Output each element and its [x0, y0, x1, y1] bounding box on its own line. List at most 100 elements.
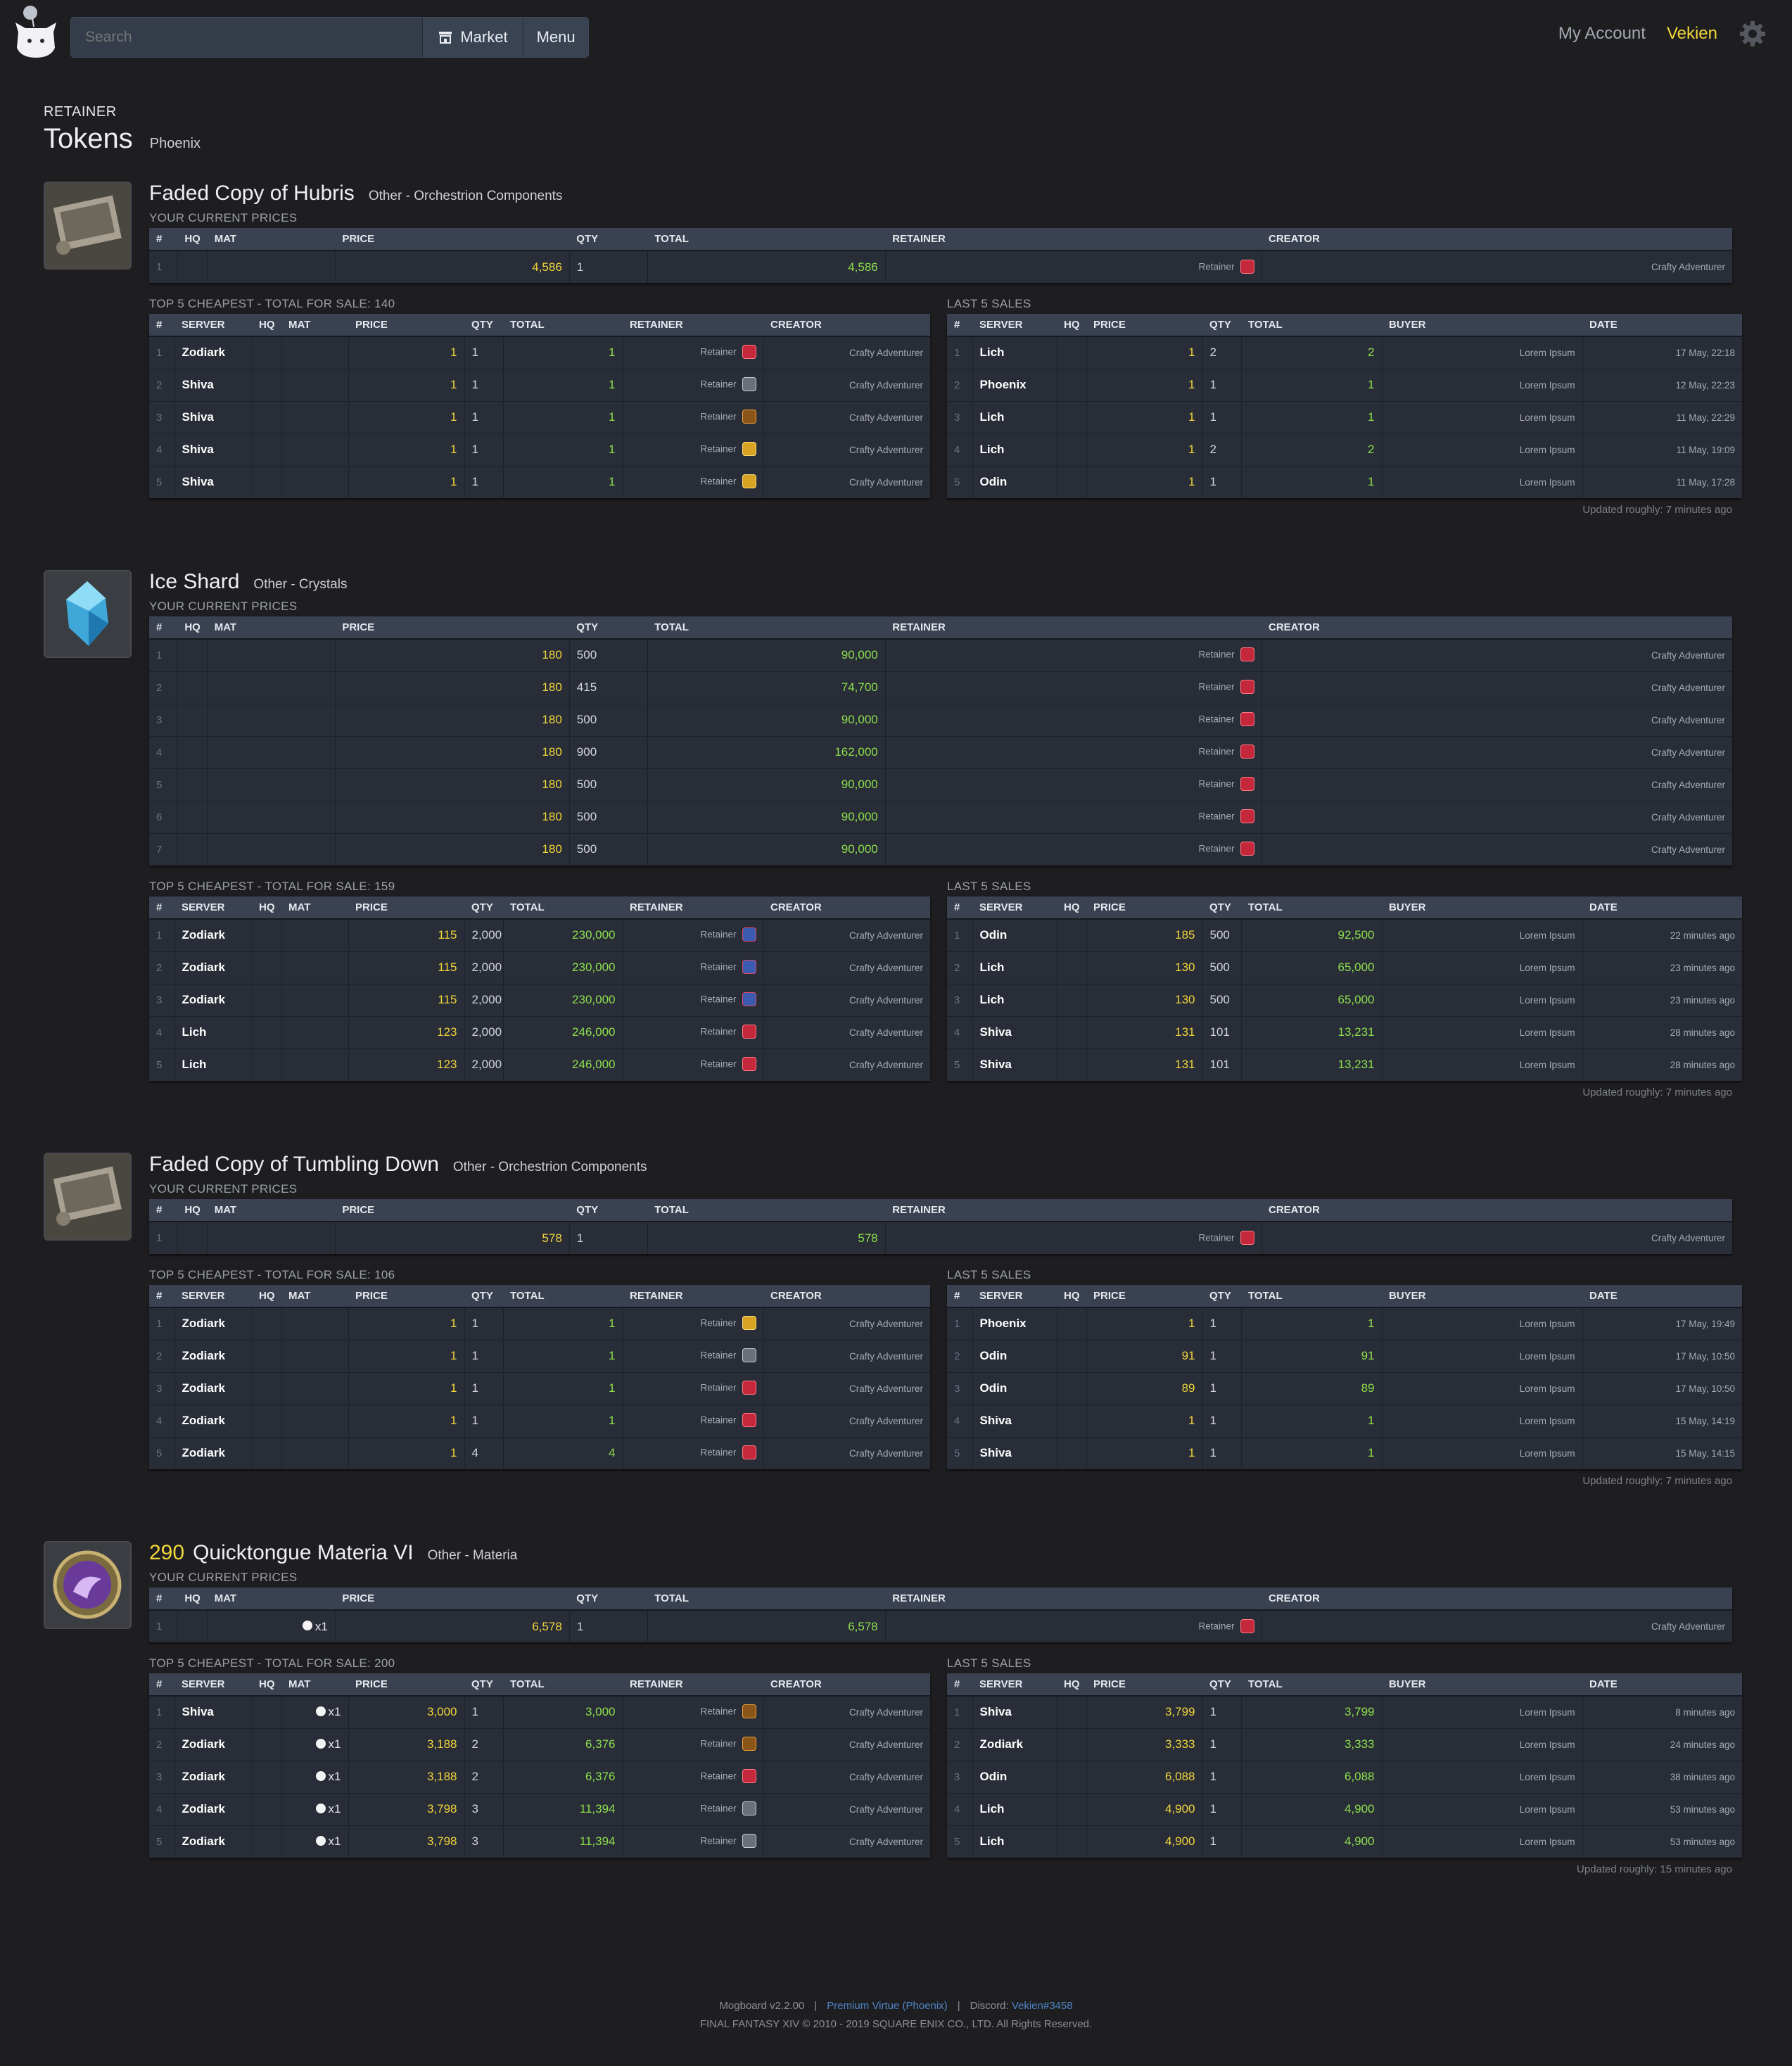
retainer-name[interactable]: Retainer — [700, 1804, 736, 1814]
server-cell-text[interactable]: Lich — [182, 1025, 207, 1039]
retainer-name[interactable]: Retainer — [700, 1447, 736, 1458]
retainer-name[interactable]: Retainer — [700, 1350, 736, 1361]
item-name[interactable]: Ice Shard — [149, 570, 239, 594]
server-cell-text[interactable]: Odin — [980, 475, 1008, 488]
server-cell-text[interactable]: Lich — [980, 443, 1005, 456]
gear-icon[interactable] — [1739, 20, 1767, 48]
retainer-name[interactable]: Retainer — [700, 379, 736, 390]
column-header: CREATOR — [1262, 1199, 1732, 1222]
server-cell-text[interactable]: Shiva — [182, 410, 214, 424]
server-cell-text[interactable]: Odin — [980, 1381, 1008, 1395]
retainer-name[interactable]: Retainer — [1198, 261, 1234, 272]
retainer-name[interactable]: Retainer — [700, 412, 736, 422]
server-cell-text[interactable]: Lich — [980, 1802, 1005, 1815]
retainer-name[interactable]: Retainer — [1198, 844, 1234, 854]
retainer-name[interactable]: Retainer — [700, 962, 736, 972]
date-cell-text: 53 minutes ago — [1670, 1836, 1735, 1847]
server-cell-text[interactable]: Lich — [980, 346, 1005, 359]
retainer-name[interactable]: Retainer — [700, 1739, 736, 1749]
price-cell-text: 180 — [542, 648, 562, 662]
retainer-name[interactable]: Retainer — [700, 347, 736, 357]
server-cell-text[interactable]: Zodiark — [182, 1446, 225, 1459]
column-header: PRICE — [1086, 1285, 1202, 1308]
server-cell-text[interactable]: Shiva — [182, 378, 214, 391]
server-cell-text[interactable]: Odin — [980, 1770, 1008, 1783]
retainer-name[interactable]: Retainer — [700, 476, 736, 487]
quantity-cell: 1 — [464, 465, 504, 498]
price-cell-text: 3,188 — [426, 1737, 457, 1751]
user-name-link[interactable]: Vekien — [1667, 24, 1717, 44]
server-cell-text[interactable]: Zodiark — [182, 961, 225, 974]
orchestrion-roll-icon[interactable] — [44, 1153, 132, 1241]
retainer-name[interactable]: Retainer — [1198, 1232, 1234, 1243]
server-cell-text[interactable]: Zodiark — [182, 346, 225, 359]
total-cell: 65,000 — [1241, 951, 1383, 984]
item-name[interactable]: Faded Copy of Tumbling Down — [149, 1153, 439, 1177]
retainer-name[interactable]: Retainer — [700, 1415, 736, 1426]
server-cell-text[interactable]: Zodiark — [980, 1737, 1023, 1751]
orchestrion-roll-icon[interactable] — [44, 182, 132, 270]
server-cell-text[interactable]: Zodiark — [182, 1381, 225, 1395]
total-cell-text: 1 — [1368, 378, 1375, 391]
retainer-name[interactable]: Retainer — [700, 1059, 736, 1070]
server-cell-text[interactable]: Shiva — [980, 1414, 1012, 1427]
footer-separator: | — [814, 2000, 818, 2012]
retainer-name[interactable]: Retainer — [700, 930, 736, 940]
server-cell-text[interactable]: Lich — [182, 1058, 207, 1071]
server-cell-text[interactable]: Zodiark — [182, 1802, 225, 1815]
server-cell-text[interactable]: Lich — [980, 1834, 1005, 1848]
server-cell-text[interactable]: Phoenix — [980, 378, 1027, 391]
item-name[interactable]: Quicktongue Materia VI — [193, 1541, 414, 1565]
server-cell-text[interactable]: Zodiark — [182, 928, 225, 942]
retainer-name[interactable]: Retainer — [700, 1383, 736, 1393]
server-cell-text[interactable]: Zodiark — [182, 993, 225, 1006]
server-cell-text[interactable]: Odin — [980, 1349, 1008, 1362]
total-cell: 90,000 — [647, 703, 886, 736]
retainer-name[interactable]: Retainer — [1198, 747, 1234, 757]
retainer-name[interactable]: Retainer — [1198, 811, 1234, 822]
server-cell-text[interactable]: Zodiark — [182, 1349, 225, 1362]
retainer-name[interactable]: Retainer — [700, 1771, 736, 1782]
retainer-name[interactable]: Retainer — [700, 444, 736, 455]
server-cell-text[interactable]: Shiva — [182, 443, 214, 456]
search-input[interactable] — [71, 18, 422, 57]
retainer-name[interactable]: Retainer — [1198, 649, 1234, 660]
retainer-name[interactable]: Retainer — [700, 1027, 736, 1037]
moogle-logo-icon[interactable] — [11, 4, 61, 61]
server-cell-text[interactable]: Zodiark — [182, 1770, 225, 1783]
retainer-name[interactable]: Retainer — [1198, 714, 1234, 725]
my-account-link[interactable]: My Account — [1558, 24, 1646, 44]
server-cell-text[interactable]: Lich — [980, 961, 1005, 974]
server-cell-text[interactable]: Shiva — [980, 1705, 1012, 1718]
server-cell-text[interactable]: Lich — [980, 993, 1005, 1006]
retainer-name[interactable]: Retainer — [1198, 779, 1234, 790]
retainer-name[interactable]: Retainer — [700, 1318, 736, 1329]
retainer-name[interactable]: Retainer — [700, 994, 736, 1005]
server-cell-text[interactable]: Shiva — [980, 1058, 1012, 1071]
item-name[interactable]: Faded Copy of Hubris — [149, 182, 355, 205]
footer-patron-link[interactable]: Premium Virtue (Phoenix) — [827, 2000, 947, 2012]
date-cell: 53 minutes ago — [1582, 1825, 1742, 1858]
price-cell: 180 — [335, 671, 570, 704]
market-button[interactable]: Market — [421, 18, 523, 57]
server-cell-text[interactable]: Zodiark — [182, 1317, 225, 1330]
retainer-name[interactable]: Retainer — [1198, 1621, 1234, 1631]
server-cell-text[interactable]: Shiva — [182, 1705, 214, 1718]
server-cell-text[interactable]: Shiva — [182, 475, 214, 488]
server-cell-text[interactable]: Zodiark — [182, 1414, 225, 1427]
ice-shard-icon[interactable] — [44, 570, 132, 658]
quantity-cell-text: 101 — [1209, 1058, 1230, 1072]
retainer-name[interactable]: Retainer — [1198, 682, 1234, 692]
retainer-name[interactable]: Retainer — [700, 1706, 736, 1717]
server-cell-text[interactable]: Shiva — [980, 1446, 1012, 1459]
server-cell-text[interactable]: Odin — [980, 928, 1008, 942]
server-cell-text[interactable]: Zodiark — [182, 1834, 225, 1848]
footer-discord-link[interactable]: Vekien#3458 — [1012, 2000, 1073, 2012]
server-cell-text[interactable]: Lich — [980, 410, 1005, 424]
server-cell-text[interactable]: Shiva — [980, 1025, 1012, 1039]
retainer-name[interactable]: Retainer — [700, 1836, 736, 1846]
menu-button[interactable]: Menu — [523, 18, 588, 57]
materia-icon[interactable] — [44, 1541, 132, 1629]
server-cell-text[interactable]: Phoenix — [980, 1317, 1027, 1330]
server-cell-text[interactable]: Zodiark — [182, 1737, 225, 1751]
